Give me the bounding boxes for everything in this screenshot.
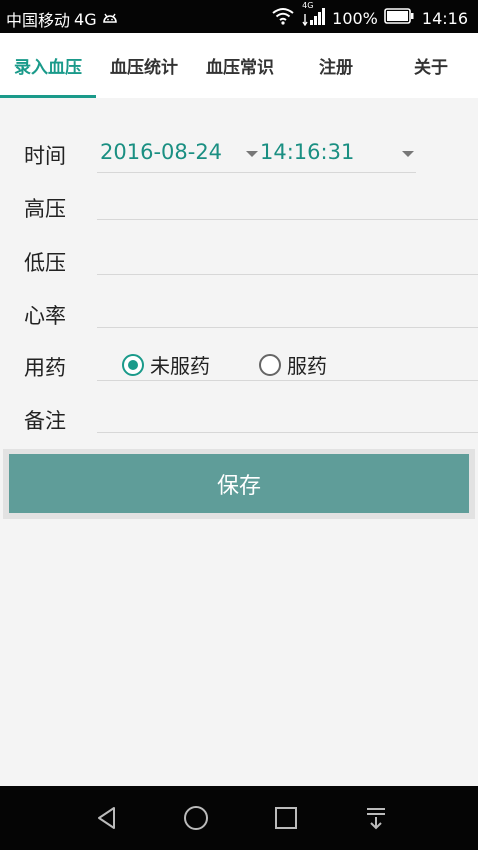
tab-bp-statistics[interactable]: 血压统计	[96, 33, 192, 98]
note-row: 备注	[0, 393, 478, 446]
radio-medication[interactable]: 服药	[259, 350, 327, 379]
android-icon	[101, 10, 119, 29]
tab-record-bp[interactable]: 录入血压	[0, 33, 96, 98]
heart-rate-input[interactable]	[97, 295, 478, 328]
time-spinner[interactable]: 14:16:31	[260, 136, 416, 173]
radio-unchecked-icon	[259, 353, 281, 376]
recent-apps-icon[interactable]	[270, 802, 302, 834]
chevron-down-icon	[246, 151, 258, 157]
radio-no-medication-label: 未服药	[150, 354, 210, 378]
network-type: 4G	[74, 9, 97, 29]
heart-rate-row: 心率	[0, 287, 478, 340]
home-icon[interactable]	[180, 802, 212, 834]
tab-bp-knowledge[interactable]: 血压常识	[192, 33, 288, 98]
time-label: 时间	[24, 144, 66, 168]
battery-icon	[384, 8, 414, 28]
wifi-icon	[272, 7, 294, 29]
signal-icon: 4G	[300, 1, 326, 30]
high-pressure-input[interactable]	[97, 189, 478, 220]
tab-register[interactable]: 注册	[288, 33, 384, 98]
radio-medication-label: 服药	[287, 354, 327, 378]
low-pressure-input[interactable]	[97, 242, 478, 275]
medication-label: 用药	[24, 356, 66, 380]
tab-bar: 录入血压 血压统计 血压常识 注册 关于	[0, 33, 478, 98]
system-nav-bar	[0, 786, 478, 850]
date-value: 2016-08-24	[100, 140, 223, 164]
heart-rate-label: 心率	[24, 304, 66, 328]
save-button[interactable]: 保存	[9, 454, 469, 513]
status-left: 中国移动 4G	[6, 7, 119, 31]
high-pressure-label: 高压	[24, 197, 66, 221]
status-bar: 中国移动 4G 4G 100% 14:16	[0, 0, 478, 33]
note-label: 备注	[24, 409, 66, 433]
low-pressure-row: 低压	[0, 234, 478, 287]
medication-radio-group: 未服药 服药	[97, 346, 478, 381]
chevron-down-icon	[402, 151, 414, 157]
date-spinner[interactable]: 2016-08-24	[97, 136, 262, 173]
back-icon[interactable]	[91, 802, 123, 834]
save-button-container: 保存	[3, 449, 475, 519]
time-row: 时间 2016-08-24 14:16:31	[0, 126, 478, 179]
signal-label: 4G	[302, 1, 314, 10]
tab-about[interactable]: 关于	[384, 33, 478, 98]
carrier-name: 中国移动	[6, 11, 71, 30]
battery-percent: 100%	[332, 8, 378, 28]
status-right: 4G 100% 14:16	[266, 1, 468, 30]
low-pressure-label: 低压	[24, 251, 66, 275]
notifications-icon[interactable]	[360, 802, 392, 834]
status-clock: 14:16	[421, 8, 468, 28]
time-value: 14:16:31	[260, 140, 355, 164]
radio-checked-icon	[122, 353, 144, 376]
high-pressure-row: 高压	[0, 181, 478, 234]
medication-row: 用药 未服药 服药	[0, 340, 478, 393]
radio-no-medication[interactable]: 未服药	[122, 350, 210, 379]
note-input[interactable]	[97, 401, 478, 433]
